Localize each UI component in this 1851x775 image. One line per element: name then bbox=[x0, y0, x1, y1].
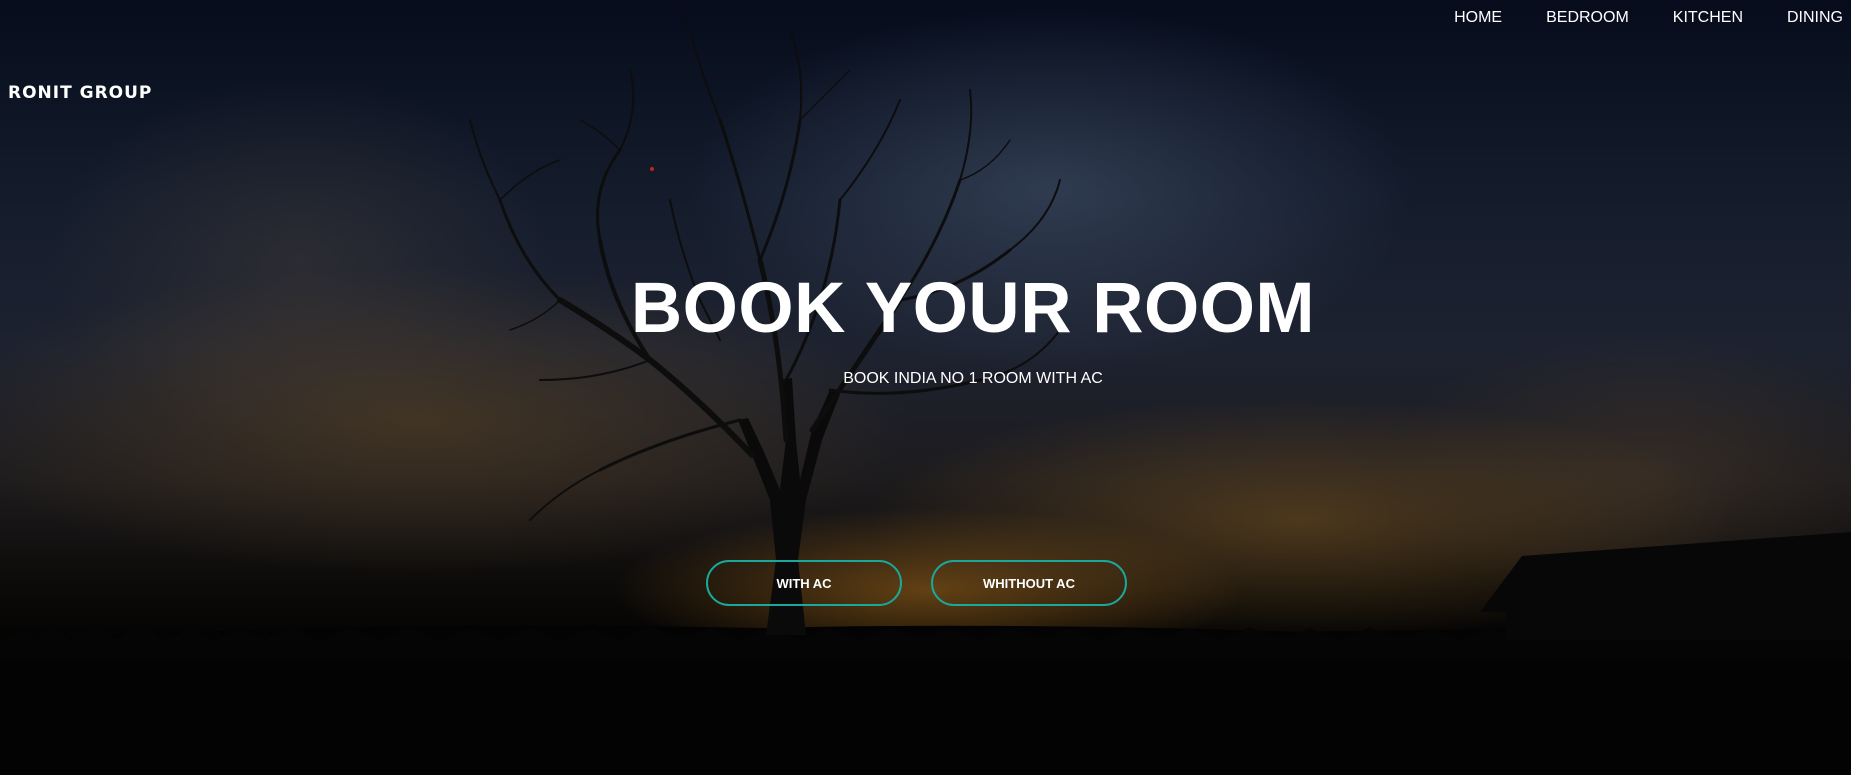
main-navigation: HOME BEDROOM KITCHEN DINING bbox=[1454, 9, 1851, 27]
nav-item-bedroom[interactable]: BEDROOM bbox=[1510, 9, 1637, 27]
nav-item-kitchen[interactable]: KITCHEN bbox=[1637, 9, 1751, 27]
nav-item-dining[interactable]: DINING bbox=[1751, 9, 1851, 27]
with-ac-button[interactable]: WITH AC bbox=[706, 560, 902, 606]
hero-section: RONIT GROUP HOME BEDROOM KITCHEN DINING … bbox=[0, 0, 1851, 775]
hero-subtitle: BOOK INDIA NO 1 ROOM WITH AC bbox=[843, 370, 1103, 387]
red-dot-marker bbox=[650, 167, 654, 171]
nav-item-home[interactable]: HOME bbox=[1454, 9, 1510, 27]
brand-logo[interactable]: RONIT GROUP bbox=[8, 83, 152, 103]
hero-title: BOOK YOUR ROOM bbox=[630, 269, 1316, 348]
without-ac-button[interactable]: WHITHOUT AC bbox=[931, 560, 1127, 606]
